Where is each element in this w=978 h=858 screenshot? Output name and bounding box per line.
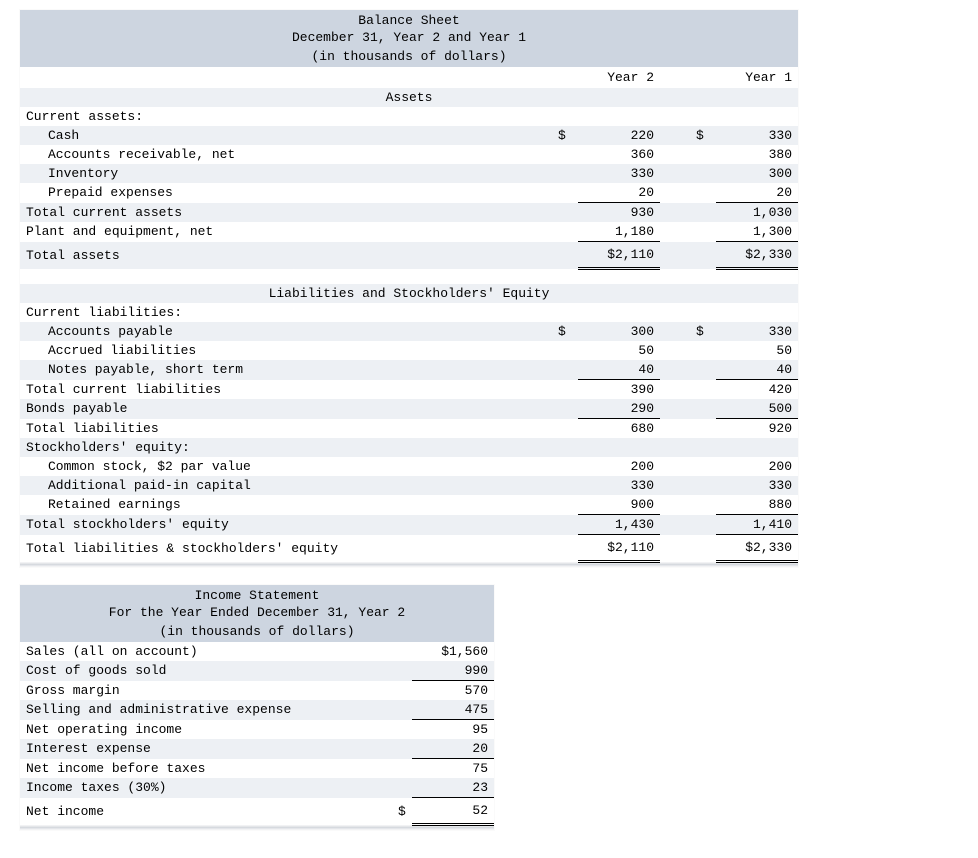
table-row: Retained earnings 900 880 (20, 495, 798, 515)
table-row: Notes payable, short term 40 40 (20, 360, 798, 380)
bs-title-2: December 31, Year 2 and Year 1 (20, 30, 798, 47)
table-row: Total liabilities 680 920 (20, 419, 798, 439)
bs-title-1: Balance Sheet (20, 10, 798, 30)
se-label: Stockholders' equity: (20, 438, 798, 457)
table-row: Sales (all on account) $1,560 (20, 642, 494, 661)
table-row: Net income $ 52 (20, 798, 494, 825)
table-row: Bonds payable 290 500 (20, 399, 798, 419)
balance-sheet-table: Balance Sheet December 31, Year 2 and Ye… (20, 10, 798, 567)
table-row: Total current assets 930 1,030 (20, 203, 798, 223)
is-title-2: For the Year Ended December 31, Year 2 (20, 605, 494, 622)
table-row: Interest expense 20 (20, 739, 494, 759)
table-row: Cash $ 220 $ 330 (20, 126, 798, 145)
table-row: Total liabilities & stockholders' equity… (20, 535, 798, 562)
table-row: Additional paid-in capital 330 330 (20, 476, 798, 495)
bs-col-year2: Year 2 (578, 67, 660, 88)
liab-se-header: Liabilities and Stockholders' Equity (20, 284, 798, 303)
current-assets-label: Current assets: (20, 107, 798, 126)
is-title-3: (in thousands of dollars) (20, 622, 494, 642)
table-row: Selling and administrative expense 475 (20, 700, 494, 720)
table-row: Common stock, $2 par value 200 200 (20, 457, 798, 476)
bs-col-year1: Year 1 (716, 67, 798, 88)
table-row: Net operating income 95 (20, 720, 494, 740)
current-liab-label: Current liabilities: (20, 303, 798, 322)
table-row: Net income before taxes 75 (20, 759, 494, 779)
table-row: Accounts receivable, net 360 380 (20, 145, 798, 164)
table-row: Plant and equipment, net 1,180 1,300 (20, 222, 798, 242)
income-statement-table: Income Statement For the Year Ended Dece… (20, 585, 494, 830)
table-row: Gross margin 570 (20, 681, 494, 701)
table-row: Prepaid expenses 20 20 (20, 183, 798, 203)
table-row: Accounts payable $ 300 $ 330 (20, 322, 798, 341)
table-row: Total stockholders' equity 1,430 1,410 (20, 515, 798, 535)
is-title-1: Income Statement (20, 585, 494, 605)
table-row: Income taxes (30%) 23 (20, 778, 494, 798)
bs-title-3: (in thousands of dollars) (20, 47, 798, 67)
table-row: Total current liabilities 390 420 (20, 380, 798, 400)
table-row: Inventory 330 300 (20, 164, 798, 183)
table-row: Accrued liabilities 50 50 (20, 341, 798, 360)
assets-header: Assets (20, 88, 798, 107)
table-row: Total assets $2,110 $2,330 (20, 242, 798, 269)
table-row: Cost of goods sold 990 (20, 661, 494, 681)
